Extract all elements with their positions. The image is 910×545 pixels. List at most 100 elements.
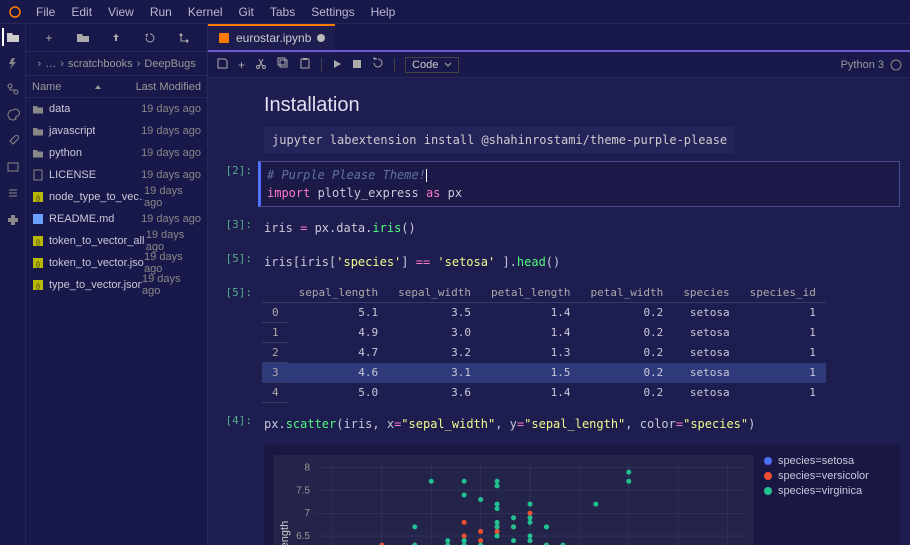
code-cell-5[interactable]: [5]: iris[iris['species'] == 'setosa' ].… — [208, 249, 900, 275]
breadcrumb[interactable]: › … › scratchbooks › DeepBugs — [26, 52, 207, 76]
git-tab-icon[interactable] — [4, 80, 22, 98]
file-row[interactable]: {}token_to_vector.json19 days ago — [26, 252, 207, 274]
md-heading: Installation — [258, 94, 900, 117]
code-cell-2[interactable]: [2]: # Purple Please Theme! import plotl… — [208, 161, 900, 207]
breadcrumb-sep: › — [38, 58, 42, 70]
file-toolbar: + — [26, 24, 207, 52]
menubar: FileEditViewRunKernelGitTabsSettingsHelp — [0, 0, 910, 24]
menu-edit[interactable]: Edit — [63, 2, 100, 22]
kernel-status-icon — [890, 59, 902, 71]
svg-text:7: 7 — [304, 508, 310, 519]
chevron-down-icon — [444, 61, 452, 69]
upload-icon[interactable] — [108, 30, 124, 46]
activity-bar — [0, 24, 26, 545]
menu-kernel[interactable]: Kernel — [180, 2, 231, 22]
extension-tab-icon[interactable] — [4, 210, 22, 228]
restart-icon[interactable] — [372, 57, 384, 72]
notebook-toolbar: + Code Python 3 — [208, 52, 910, 78]
commands-tab-icon[interactable] — [4, 158, 22, 176]
menu-git[interactable]: Git — [231, 2, 262, 22]
file-list: data19 days agojavascript19 days agopyth… — [26, 98, 207, 545]
dataframe-table: sepal_lengthsepal_widthpetal_lengthpetal… — [262, 283, 826, 403]
tab-bar: eurostar.ipynb — [208, 24, 910, 52]
file-row[interactable]: {}node_type_to_vec…19 days ago — [26, 186, 207, 208]
build-tab-icon[interactable] — [4, 132, 22, 150]
code-comment: # Purple Please Theme! — [267, 168, 426, 182]
file-row[interactable]: README.md19 days ago — [26, 208, 207, 230]
file-row[interactable]: python19 days ago — [26, 142, 207, 164]
file-row[interactable]: LICENSE19 days ago — [26, 164, 207, 186]
palette-tab-icon[interactable] — [4, 106, 22, 124]
file-row[interactable]: {}type_to_vector.json19 days ago — [26, 274, 207, 296]
legend-item: species=versicolor — [764, 470, 869, 482]
kernel-name[interactable]: Python 3 — [841, 59, 884, 71]
add-cell-icon[interactable]: + — [238, 58, 245, 72]
save-icon[interactable] — [216, 57, 228, 72]
new-launcher-icon[interactable]: + — [41, 30, 57, 46]
prompt: [4]: — [208, 411, 258, 437]
svg-text:{}: {} — [36, 196, 40, 202]
breadcrumb-sep: › — [137, 58, 141, 70]
svg-text:6.5: 6.5 — [296, 531, 310, 542]
home-icon[interactable] — [32, 58, 34, 70]
git-pull-icon[interactable] — [176, 30, 192, 46]
notebook-body[interactable]: Installation jupyter labextension instal… — [208, 78, 910, 545]
unsaved-indicator-icon — [317, 34, 325, 42]
breadcrumb-segment[interactable]: scratchbooks — [68, 58, 133, 70]
file-row[interactable]: {}token_to_vector_all…19 days ago — [26, 230, 207, 252]
tab-eurostar[interactable]: eurostar.ipynb — [208, 24, 335, 50]
cut-icon[interactable] — [255, 57, 267, 72]
output-cell-5: [5]: sepal_lengthsepal_widthpetal_length… — [208, 283, 900, 403]
breadcrumb-sep: › — [60, 58, 64, 70]
plot-svg: 55.566.577.58sepal_length — [274, 455, 754, 545]
breadcrumb-segment[interactable]: … — [45, 58, 56, 70]
file-list-header[interactable]: Name Last Modified — [26, 76, 207, 98]
notebook-panel: eurostar.ipynb + Code Python 3 — [208, 24, 910, 545]
prompt: [5]: — [208, 249, 258, 275]
svg-text:sepal_length: sepal_length — [279, 521, 291, 545]
folder-tab-icon[interactable] — [2, 28, 20, 46]
menu-run[interactable]: Run — [142, 2, 180, 22]
col-name: Name — [32, 81, 61, 93]
tab-label: eurostar.ipynb — [236, 31, 311, 45]
new-folder-icon[interactable] — [75, 30, 91, 46]
refresh-icon[interactable] — [142, 30, 158, 46]
md-code-block: jupyter labextension install @shahinrost… — [264, 127, 735, 153]
menu-tabs[interactable]: Tabs — [262, 2, 303, 22]
copy-icon[interactable] — [277, 57, 289, 72]
code-cell-4[interactable]: [4]: px.scatter(iris, x="sepal_width", y… — [208, 411, 900, 437]
legend-item: species=setosa — [764, 455, 869, 467]
notebook-icon — [218, 32, 230, 44]
stop-icon[interactable] — [352, 58, 362, 72]
output-cell-4: 55.566.577.58sepal_length species=setosa… — [208, 445, 900, 545]
chart-legend: species=setosaspecies=versicolorspecies=… — [764, 455, 869, 545]
svg-text:{}: {} — [36, 262, 40, 268]
prompt — [208, 88, 258, 153]
svg-text:{}: {} — [36, 284, 40, 290]
app-logo-icon — [8, 5, 22, 19]
menu-file[interactable]: File — [28, 2, 63, 22]
prompt: [5]: — [208, 283, 258, 403]
sort-arrow-icon — [94, 83, 102, 91]
file-browser: + › … › scratchbooks › DeepBugs Name Las… — [26, 24, 208, 545]
code-cell-3[interactable]: [3]: iris = px.data.iris() — [208, 215, 900, 241]
cell-type-select[interactable]: Code — [405, 57, 459, 73]
svg-text:8: 8 — [304, 463, 310, 474]
running-tab-icon[interactable] — [4, 54, 22, 72]
scatter-chart: 55.566.577.58sepal_length species=setosa… — [264, 445, 900, 545]
breadcrumb-segment[interactable]: DeepBugs — [144, 58, 195, 70]
markdown-cell[interactable]: Installation jupyter labextension instal… — [208, 88, 900, 153]
svg-text:7.5: 7.5 — [296, 485, 310, 496]
cell-type-label: Code — [412, 59, 438, 71]
col-modified: Last Modified — [136, 81, 201, 93]
menu-view[interactable]: View — [100, 2, 142, 22]
menu-help[interactable]: Help — [363, 2, 404, 22]
file-row[interactable]: data19 days ago — [26, 98, 207, 120]
paste-icon[interactable] — [299, 57, 311, 72]
menu-settings[interactable]: Settings — [303, 2, 362, 22]
filter-icon[interactable] — [200, 59, 201, 69]
file-row[interactable]: javascript19 days ago — [26, 120, 207, 142]
prompt — [208, 445, 258, 545]
run-icon[interactable] — [332, 58, 342, 72]
toc-tab-icon[interactable] — [4, 184, 22, 202]
